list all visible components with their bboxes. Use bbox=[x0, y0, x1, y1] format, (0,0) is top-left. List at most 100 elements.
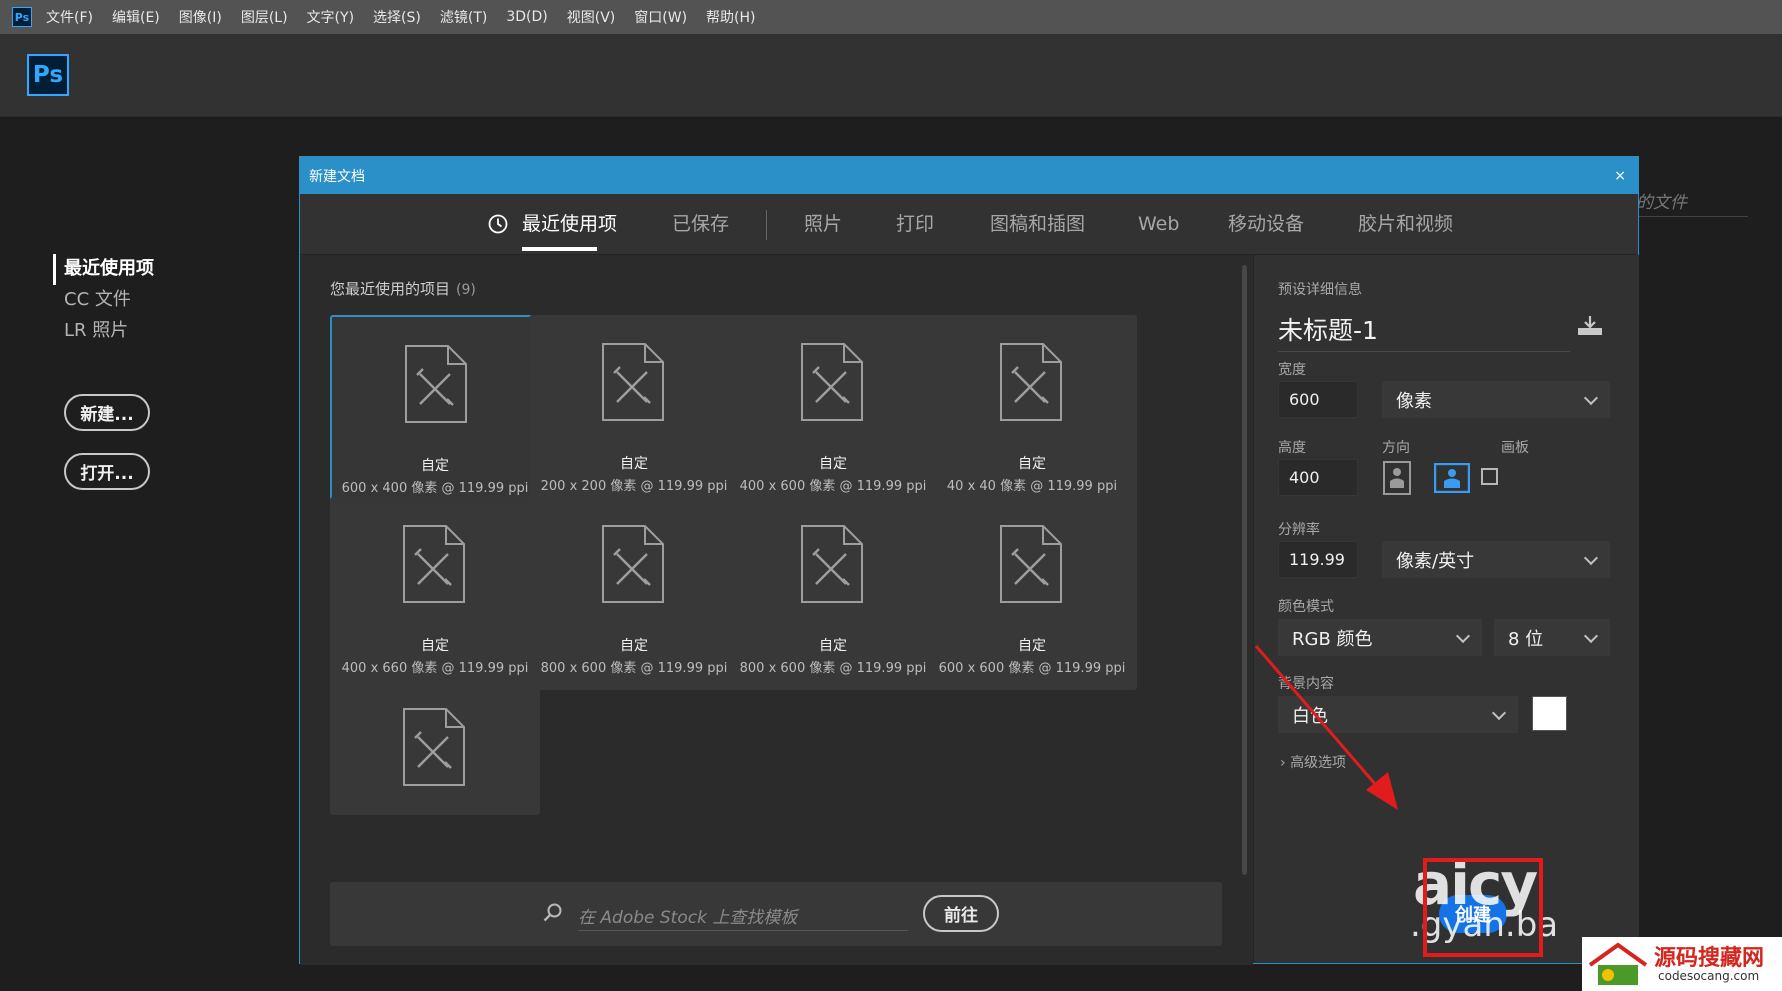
orientation-label: 方向 bbox=[1382, 440, 1410, 456]
preset-name: 自定 bbox=[421, 638, 449, 654]
preset-card[interactable]: 自定 800 x 600 像素 @ 119.99 ppi bbox=[529, 497, 739, 690]
preset-card[interactable] bbox=[330, 680, 540, 815]
tab-mobile[interactable]: 移动设备 bbox=[1228, 194, 1304, 254]
watermark-source-cn: 源码搜藏网 bbox=[1654, 946, 1765, 971]
recent-items-count: (9) bbox=[456, 282, 476, 298]
preset-name: 自定 bbox=[1018, 638, 1046, 654]
tab-photo[interactable]: 照片 bbox=[804, 194, 842, 254]
ps-logo: Ps bbox=[27, 54, 69, 96]
menu-edit[interactable]: 编辑(E) bbox=[112, 7, 160, 27]
preset-name: 自定 bbox=[620, 638, 648, 654]
scrollbar[interactable] bbox=[1242, 265, 1247, 875]
menu-3d[interactable]: 3D(D) bbox=[506, 9, 547, 25]
background-hint-text: 的文件 bbox=[1636, 193, 1687, 213]
go-button[interactable]: 前往 bbox=[923, 895, 999, 932]
tab-recent[interactable]: 最近使用项 bbox=[522, 194, 617, 254]
resolution-label: 分辨率 bbox=[1278, 522, 1320, 538]
preset-dimensions: 400 x 600 像素 @ 119.99 ppi bbox=[739, 479, 927, 494]
resolution-unit-value: 像素/英寸 bbox=[1396, 550, 1475, 572]
menu-bar: Ps 文件(F) 编辑(E) 图像(I) 图层(L) 文字(Y) 选择(S) 滤… bbox=[0, 0, 1782, 34]
document-icon bbox=[403, 708, 465, 786]
preset-card[interactable]: 自定 40 x 40 像素 @ 119.99 ppi bbox=[927, 315, 1137, 508]
preset-dimensions: 800 x 600 像素 @ 119.99 ppi bbox=[540, 661, 728, 676]
new-document-dialog: 新建文档 × 最近使用项 已保存 照片 打印 图稿和插图 Web 移动设备 胶片… bbox=[299, 156, 1639, 965]
menu-help[interactable]: 帮助(H) bbox=[706, 7, 755, 27]
height-input[interactable]: 400 bbox=[1278, 459, 1358, 496]
preset-name: 自定 bbox=[1018, 456, 1046, 472]
active-tab-indicator bbox=[522, 247, 597, 251]
dialog-title: 新建文档 bbox=[309, 168, 365, 185]
preset-card[interactable]: 自定 400 x 600 像素 @ 119.99 ppi bbox=[728, 315, 938, 508]
close-icon[interactable]: × bbox=[1614, 165, 1626, 187]
preset-tabs: 最近使用项 已保存 照片 打印 图稿和插图 Web 移动设备 胶片和视频 bbox=[300, 194, 1638, 255]
preset-card[interactable]: 自定 600 x 600 像素 @ 119.99 ppi bbox=[927, 497, 1137, 690]
width-unit-select[interactable]: 像素 bbox=[1382, 381, 1610, 418]
chevron-down-icon bbox=[1583, 628, 1599, 644]
menu-filter[interactable]: 滤镜(T) bbox=[440, 7, 487, 27]
resolution-unit-select[interactable]: 像素/英寸 bbox=[1382, 541, 1610, 578]
tab-web[interactable]: Web bbox=[1138, 194, 1179, 254]
preset-name: 自定 bbox=[421, 458, 449, 474]
artboard-checkbox[interactable] bbox=[1481, 468, 1498, 485]
color-mode-label: 颜色模式 bbox=[1278, 599, 1334, 615]
preset-card[interactable]: 自定 400 x 660 像素 @ 119.99 ppi bbox=[330, 497, 540, 690]
side-nav-recent[interactable]: 最近使用项 bbox=[53, 254, 154, 285]
side-nav-cc-files[interactable]: CC 文件 bbox=[64, 285, 154, 316]
tab-print[interactable]: 打印 bbox=[896, 194, 934, 254]
ps-app-icon: Ps bbox=[12, 7, 32, 27]
preset-name: 自定 bbox=[819, 456, 847, 472]
menu-window[interactable]: 窗口(W) bbox=[634, 7, 687, 27]
portrait-icon[interactable] bbox=[1383, 461, 1411, 495]
start-side-nav: 最近使用项 CC 文件 LR 照片 bbox=[53, 254, 154, 347]
artboard-label: 画板 bbox=[1501, 440, 1529, 456]
tab-art-illustration[interactable]: 图稿和插图 bbox=[990, 194, 1085, 254]
top-bar: Ps bbox=[0, 34, 1782, 117]
landscape-icon[interactable] bbox=[1434, 463, 1470, 493]
tab-saved[interactable]: 已保存 bbox=[672, 194, 729, 254]
stock-search-input[interactable]: 在 Adobe Stock 上查找模板 bbox=[578, 903, 908, 931]
recent-items-label: 您最近使用的项目 (9) bbox=[330, 278, 476, 299]
document-icon bbox=[602, 525, 664, 603]
preset-dimensions: 200 x 200 像素 @ 119.99 ppi bbox=[540, 479, 728, 494]
side-nav-lr-photos[interactable]: LR 照片 bbox=[64, 316, 154, 347]
menu-type[interactable]: 文字(Y) bbox=[307, 7, 354, 27]
background-color-swatch[interactable] bbox=[1532, 696, 1567, 731]
save-preset-icon[interactable] bbox=[1576, 313, 1604, 337]
divider bbox=[1636, 216, 1748, 217]
preset-dimensions: 600 x 400 像素 @ 119.99 ppi bbox=[341, 481, 529, 496]
search-icon bbox=[543, 903, 562, 922]
menu-file[interactable]: 文件(F) bbox=[46, 7, 93, 27]
bit-depth-value: 8 位 bbox=[1508, 628, 1544, 650]
chevron-down-icon bbox=[1583, 390, 1599, 406]
new-button[interactable]: 新建... bbox=[64, 394, 150, 431]
annotation-arrow bbox=[1254, 645, 1398, 810]
tab-film-video[interactable]: 胶片和视频 bbox=[1358, 194, 1453, 254]
preset-card[interactable]: 自定 200 x 200 像素 @ 119.99 ppi bbox=[529, 315, 739, 508]
document-name-input[interactable]: 未标题-1 bbox=[1278, 311, 1570, 352]
menu-select[interactable]: 选择(S) bbox=[373, 7, 421, 27]
open-button[interactable]: 打开... bbox=[64, 453, 150, 490]
watermark-codesocang: 源码搜藏网 codesocang.com bbox=[1582, 937, 1782, 991]
width-input[interactable]: 600 bbox=[1278, 381, 1358, 418]
recent-items-title: 您最近使用的项目 bbox=[330, 280, 451, 298]
width-unit-value: 像素 bbox=[1396, 390, 1432, 412]
preset-name: 自定 bbox=[819, 638, 847, 654]
chevron-down-icon bbox=[1491, 705, 1507, 721]
dialog-title-bar: 新建文档 × bbox=[300, 157, 1638, 194]
menu-layer[interactable]: 图层(L) bbox=[241, 7, 288, 27]
menu-image[interactable]: 图像(I) bbox=[179, 7, 222, 27]
bit-depth-select[interactable]: 8 位 bbox=[1494, 619, 1610, 656]
clock-icon bbox=[488, 214, 508, 234]
adobe-stock-search-bar: 在 Adobe Stock 上查找模板 前往 bbox=[330, 882, 1222, 946]
preset-card[interactable]: 自定 600 x 400 像素 @ 119.99 ppi bbox=[330, 315, 540, 508]
resolution-input[interactable]: 119.99 bbox=[1278, 541, 1358, 578]
house-logo-icon bbox=[1588, 942, 1648, 985]
chevron-down-icon bbox=[1583, 550, 1599, 566]
preset-dimensions: 400 x 660 像素 @ 119.99 ppi bbox=[341, 661, 529, 676]
preset-name: 自定 bbox=[620, 456, 648, 472]
preset-card[interactable]: 自定 800 x 600 像素 @ 119.99 ppi bbox=[728, 497, 938, 690]
height-label: 高度 bbox=[1278, 440, 1306, 456]
preset-dimensions: 600 x 600 像素 @ 119.99 ppi bbox=[938, 661, 1126, 676]
chevron-down-icon bbox=[1455, 628, 1471, 644]
menu-view[interactable]: 视图(V) bbox=[567, 7, 616, 27]
